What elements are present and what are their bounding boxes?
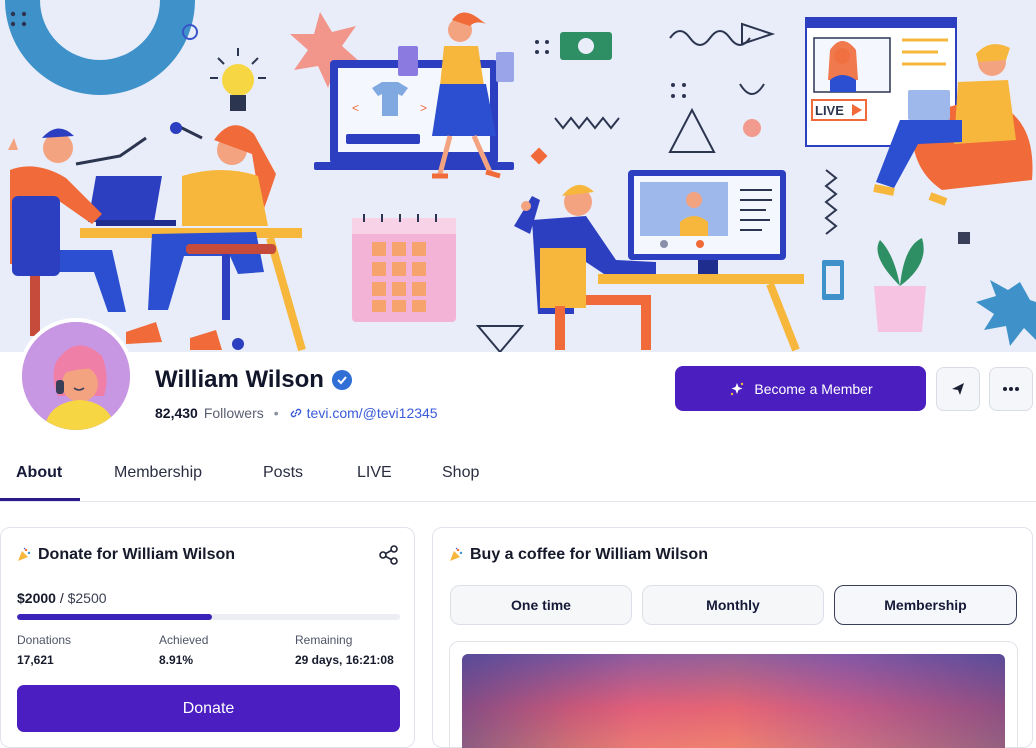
coffee-title-text: Buy a coffee for William Wilson [470, 546, 708, 563]
become-member-label: Become a Member [754, 380, 873, 397]
become-member-button[interactable]: Become a Member [675, 366, 926, 411]
coffee-artwork-image [462, 654, 1005, 748]
stat-label: Achieved [159, 633, 209, 647]
link-icon [290, 408, 301, 418]
cover-banner: < > LIVE [0, 0, 1036, 352]
sparkle-icon [731, 382, 744, 395]
profile-link-text: tevi.com/@tevi12345 [306, 405, 438, 421]
followers-label: Followers [203, 405, 264, 421]
profile-name: William Wilson [155, 366, 352, 394]
stat-label: Donations [17, 633, 72, 647]
option-membership[interactable]: Membership [834, 585, 1017, 625]
party-icon [450, 547, 463, 561]
buy-coffee-card: Buy a coffee for William Wilson One time… [432, 527, 1033, 748]
send-message-button[interactable] [936, 367, 980, 411]
verified-badge-icon [331, 370, 352, 390]
profile-name-text: William Wilson [155, 366, 324, 393]
profile-meta: 82,430 Followers • tevi.com/@tevi12345 [155, 405, 438, 421]
tab-posts[interactable]: Posts [263, 464, 303, 482]
live-label: LIVE [815, 103, 844, 118]
tab-membership[interactable]: Membership [114, 464, 202, 482]
svg-text:<: < [352, 101, 359, 115]
donation-progress-fill [17, 614, 213, 620]
cover-illustration: < > LIVE [5, 0, 1036, 352]
stat-label: Remaining [295, 633, 353, 647]
meta-separator: • [273, 405, 279, 421]
donate-title-text: Donate for William Wilson [38, 546, 236, 563]
send-icon [952, 383, 964, 395]
amount-raised: $2000 [17, 590, 56, 606]
option-one-time[interactable]: One time [450, 585, 632, 625]
avatar[interactable] [18, 318, 134, 434]
donation-amount: $2000 / $2500 [17, 590, 107, 606]
stat-remaining: Remaining 29 days, 16:21:08 [295, 633, 394, 667]
stat-value: 29 days, 16:21:08 [295, 653, 394, 667]
donation-progress-bar [17, 614, 400, 620]
stat-achieved: Achieved 8.91% [159, 633, 208, 667]
arc-shape [5, 0, 195, 95]
donate-card-title: Donate for William Wilson [16, 546, 235, 564]
amount-goal: $2500 [67, 590, 107, 606]
stat-value: 17,621 [17, 653, 54, 667]
more-icon [1003, 387, 1019, 391]
coffee-artwork-frame [449, 641, 1018, 748]
donate-button[interactable]: Donate [17, 685, 400, 732]
avatar-illustration [22, 322, 130, 430]
tab-about[interactable]: About [16, 464, 62, 482]
followers-count: 82,430 [155, 405, 198, 421]
party-icon [18, 547, 31, 561]
option-monthly[interactable]: Monthly [642, 585, 824, 625]
tab-live[interactable]: LIVE [357, 464, 392, 482]
stat-donations: Donations 17,621 [17, 633, 71, 667]
active-tab-indicator [0, 498, 80, 501]
share-icon[interactable] [378, 544, 400, 571]
svg-text:>: > [420, 101, 427, 115]
coffee-card-title: Buy a coffee for William Wilson [448, 546, 708, 564]
more-options-button[interactable] [989, 367, 1033, 411]
donate-card: Donate for William Wilson $2000 / $2500 … [0, 527, 415, 748]
lightbulb-icon [210, 48, 266, 111]
amount-separator: / [59, 590, 64, 606]
profile-tabs: About Membership Posts LIVE Shop [0, 448, 1036, 502]
profile-link[interactable]: tevi.com/@tevi12345 [289, 405, 438, 421]
stat-value: 8.91% [159, 653, 194, 667]
tab-shop[interactable]: Shop [442, 464, 479, 482]
